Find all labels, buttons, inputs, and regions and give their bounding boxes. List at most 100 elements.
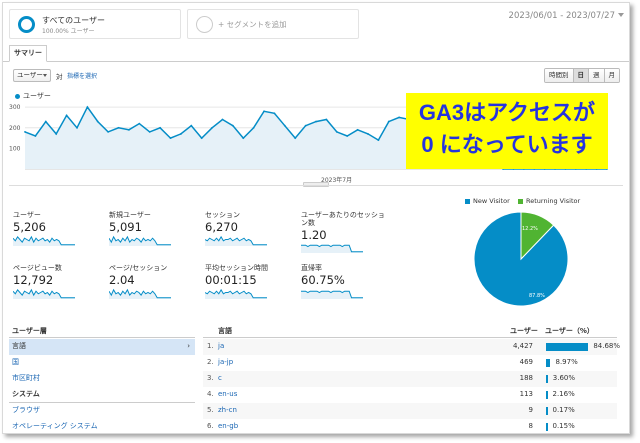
tab-divider [3,61,629,62]
data-point[interactable] [242,137,245,139]
metric-sparkline [109,288,171,299]
table-row[interactable]: 5. zh-cn 9 0.17% [203,403,617,419]
users-count: 469 [519,358,533,366]
metric-value: 5,206 [13,220,46,234]
metric-label: 新規ユーザー [109,211,151,219]
table-row[interactable]: 2. ja-jp 469 8.97% [203,355,617,371]
metric-value: 00:01:15 [205,273,257,287]
data-point[interactable] [315,120,317,123]
col-header-users-pct[interactable]: ユーザー（%） [545,326,594,336]
data-point[interactable] [34,135,37,137]
metric-card[interactable]: 平均セッション時間 00:01:15 [205,264,293,299]
segment-title: すべてのユーザー [42,16,105,25]
data-point[interactable] [24,130,26,133]
data-point[interactable] [356,128,359,131]
percent-bar [546,407,548,415]
data-point[interactable] [231,124,234,127]
add-segment-button[interactable]: + セグメントを追加 [187,9,359,39]
metric-value: 5,091 [109,220,142,234]
language-link[interactable]: zh-cn [218,403,237,418]
metric-card[interactable]: ユーザー 5,206 [13,211,101,246]
data-point[interactable] [179,133,182,135]
data-point[interactable] [325,118,328,121]
data-point[interactable] [138,122,141,125]
data-point[interactable] [398,116,401,119]
data-point[interactable] [107,130,110,133]
sidebar-item-city[interactable]: 市区町村 [9,371,195,387]
data-point[interactable] [148,130,151,133]
sidebar-item-country[interactable]: 国 [9,355,195,371]
metric-card[interactable]: ユーザーあたりのセッション数 1.20 [301,211,389,253]
granularity-button[interactable]: 時間別 [545,69,574,82]
sidebar-item-browser[interactable]: ブラウザ [9,403,195,419]
metric-card[interactable]: 新規ユーザー 5,091 [109,211,197,246]
chevron-down-icon[interactable] [618,13,624,17]
data-point[interactable] [367,133,369,135]
granularity-button[interactable]: 月 [604,69,619,82]
data-point[interactable] [304,124,307,127]
language-link[interactable]: en-gb [218,419,238,433]
data-point[interactable] [76,126,78,129]
data-point[interactable] [377,139,380,142]
metric-value: 60.75% [301,273,345,287]
language-link[interactable]: ja-jp [218,355,233,370]
data-point[interactable] [128,128,130,131]
data-point[interactable] [86,106,89,109]
col-header-users[interactable]: ユーザー [510,326,538,336]
data-point[interactable] [263,110,265,113]
series-dot-icon [15,93,20,99]
data-point[interactable] [44,120,47,123]
sidebar-item-language[interactable]: 言語 › [9,339,195,355]
users-count: 113 [519,390,533,398]
data-point[interactable] [294,137,297,139]
row-index: 3. [207,374,214,382]
add-segment-label: + セグメントを追加 [218,20,287,29]
metric-sparkline [13,235,75,246]
data-point[interactable] [346,135,349,137]
tab-summary[interactable]: サマリー [9,45,47,62]
col-header-language[interactable]: 言語 [218,326,232,336]
data-point[interactable] [273,112,276,115]
pick-metric-link[interactable]: 指標を選択 [67,71,97,80]
data-point[interactable] [283,124,286,127]
data-point[interactable] [190,124,193,127]
metric-value: 2.04 [109,273,135,287]
data-point[interactable] [200,137,203,139]
percent-bar [546,391,548,399]
data-point[interactable] [117,126,120,129]
granularity-button[interactable]: 日 [573,69,589,82]
table-row[interactable]: 3. c 188 3.60% [203,371,617,387]
data-point[interactable] [221,118,224,121]
visitor-pie-chart[interactable]: 87.8% 12.2% [471,207,601,317]
metric-card[interactable]: ページビュー数 12,792 [13,264,101,299]
data-point[interactable] [96,120,99,123]
data-point[interactable] [335,130,338,133]
legend-swatch-icon [465,198,470,204]
metric-card[interactable]: セッション 6,270 [205,211,293,246]
language-link[interactable]: c [218,371,222,386]
section-divider [9,185,623,186]
row-index: 1. [207,342,214,350]
segment-all-users[interactable]: すべてのユーザー 100.00% ユーザー [9,9,181,39]
table-row[interactable]: 4. en-us 113 2.16% [203,387,617,403]
granularity-button[interactable]: 週 [589,69,605,82]
pie-legend-label: New Visitor [473,197,510,205]
table-row[interactable]: 6. en-gb 8 0.15% [203,419,617,433]
language-link[interactable]: ja [218,339,224,354]
metric-select[interactable]: ユーザー [13,69,51,82]
date-range-selector[interactable]: 2023/06/01 - 2023/07/27 [509,11,615,21]
data-point[interactable] [387,120,390,123]
data-point[interactable] [159,126,162,129]
data-point[interactable] [65,114,68,117]
data-point[interactable] [55,133,58,135]
data-point[interactable] [169,137,172,139]
language-link[interactable]: en-us [218,387,237,402]
metric-card[interactable]: ページ/セッション 2.04 [109,264,197,299]
data-point[interactable] [211,126,213,129]
table-row[interactable]: 1. ja 4,427 84.68% [203,339,620,355]
sidebar-item-os[interactable]: オペレーティング システム [9,419,195,433]
metric-card[interactable]: 直帰率 60.75% [301,264,389,299]
data-point[interactable] [252,126,255,129]
metric-sparkline [205,235,267,246]
pie-legend-returning: Returning Visitor [518,197,580,205]
